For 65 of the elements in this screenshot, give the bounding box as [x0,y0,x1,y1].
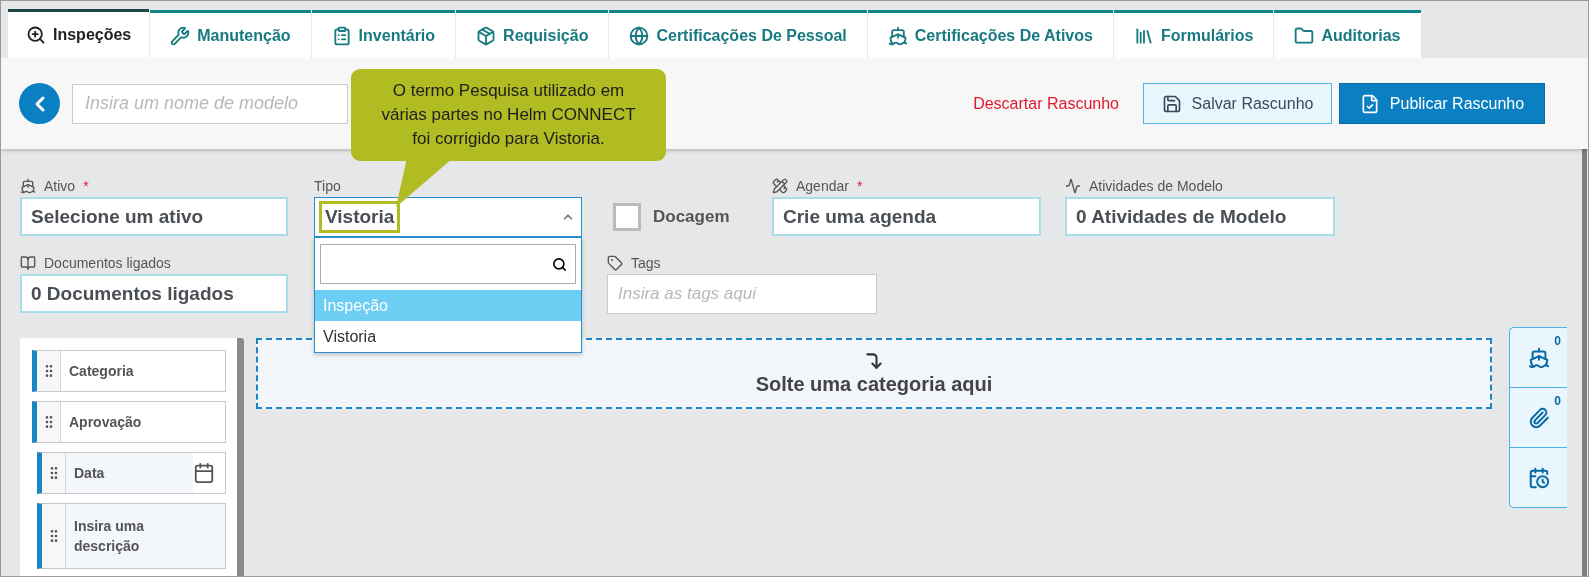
palette-item[interactable]: Aprovação [32,401,226,443]
tab[interactable]: Certificações De Ativos [867,10,1113,59]
tab[interactable]: Requisição [456,10,609,59]
side-panel-button[interactable] [1509,447,1567,508]
palette-item[interactable]: Categoria [32,350,226,392]
save-draft-button[interactable]: Salvar Rascunho [1143,83,1332,124]
docking-checkbox[interactable] [613,202,641,231]
tab[interactable]: Auditorias [1274,10,1421,59]
palette-item-label: Aprovação [68,413,143,432]
books-icon [1133,26,1154,46]
search-icon [552,256,567,272]
required-mark: * [83,177,89,194]
schedule-field[interactable]: Crie uma agenda [772,197,1041,236]
documents-field[interactable]: 0 Documentos ligados [20,274,288,313]
side-panel-button[interactable]: 0 [1509,327,1567,388]
tag-icon [607,254,623,271]
required-mark: * [856,177,863,194]
palette-item-label: Data [73,464,106,483]
count-label: 0 [1554,394,1561,408]
discard-draft-link[interactable]: Descartar Rascunho [973,94,1119,113]
template-name-field[interactable]: Insira um nome de modelo [72,83,348,124]
dropdown-option[interactable]: Vistoria [315,321,581,352]
paperclip-icon [1527,406,1550,429]
count-label: 0 [1554,334,1561,348]
drop-zone-text: Solte uma categoria aqui [755,373,993,396]
asset-field[interactable]: Selecione um ativo [20,197,288,236]
tools-icon [772,177,788,194]
ship-icon [1527,346,1550,369]
pulse-icon [1065,177,1081,194]
field-label: Documentos ligados [44,254,171,271]
ship-icon [20,177,36,194]
ship-icon [887,26,908,46]
publish-draft-button[interactable]: Publicar Rascunho [1339,83,1545,124]
globe-icon [629,26,650,46]
wrench-icon [170,26,191,46]
calendar-clock-icon [1527,466,1550,489]
field-label: Tipo [314,177,341,194]
book-icon [20,254,36,271]
tab[interactable]: Inspeções [8,9,150,58]
type-select[interactable]: Vistoria [314,197,582,237]
magnifier-icon [26,25,46,45]
tab[interactable]: Certificações De Pessoal [609,10,867,59]
field-label: Atividades de Modelo [1089,177,1223,194]
tab[interactable]: Manutenção [150,10,311,59]
tab[interactable]: Inventário [311,10,456,59]
activities-field[interactable]: 0 Atividades de Modelo [1065,197,1335,236]
calendar-icon [193,462,215,484]
clipboard-icon [331,26,352,46]
tags-field[interactable]: Insira as tags aqui [607,274,877,314]
selected-value: Vistoria [319,201,401,233]
palette-item-label: Insira uma descrição [73,517,146,556]
dropdown-search-field[interactable] [320,244,576,284]
field-label: Agendar [796,177,849,194]
palette-item[interactable]: Data [37,452,226,494]
tab[interactable]: Formulários [1113,10,1274,59]
folder-icon [1294,26,1315,46]
side-panel-button[interactable]: 0 [1509,387,1567,448]
back-button[interactable] [19,83,60,124]
palette-item-label: Categoria [68,362,135,381]
package-icon [476,26,497,46]
field-label: Tags [631,254,661,271]
arrow-down-icon [864,351,884,371]
palette-item[interactable]: Insira uma descrição [37,503,226,569]
checkbox-label: Docagem [653,206,730,227]
field-label: Ativo [44,177,76,194]
